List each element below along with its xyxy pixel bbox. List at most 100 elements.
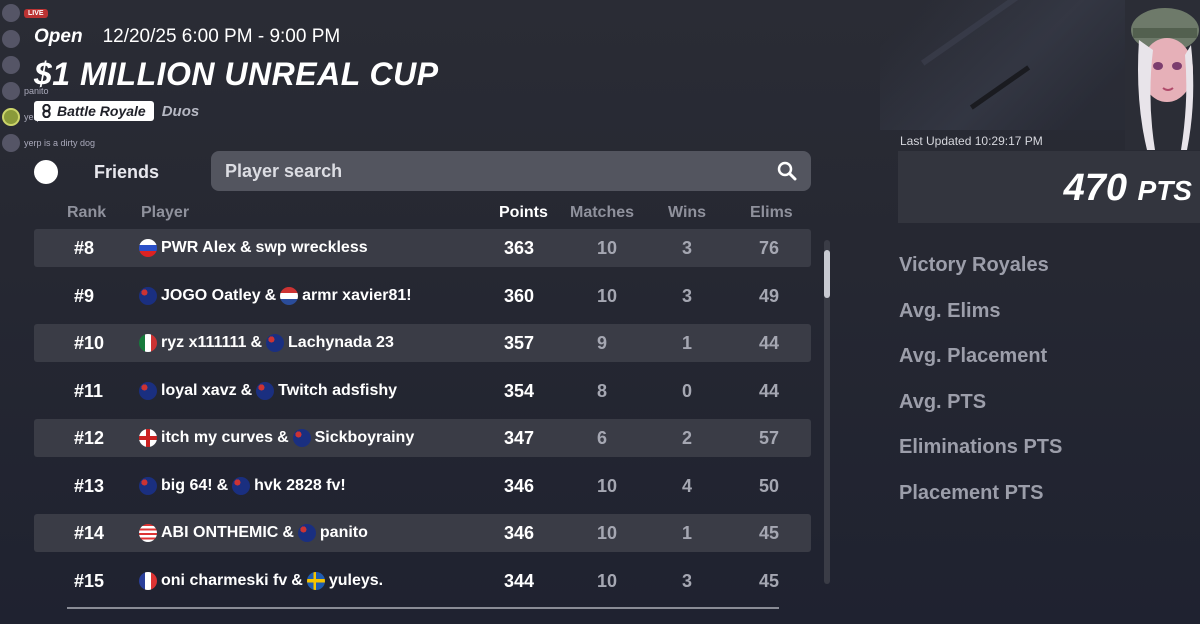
row-matches: 10 [597,285,618,306]
stats-list: Victory Royales Avg. Elims Avg. Placemen… [899,254,1062,527]
friends-toggle[interactable] [34,160,58,184]
row-wins: 0 [682,380,693,401]
row-matches: 10 [597,523,618,543]
team-size: Duos [161,102,200,120]
leaderboard-scrollbar[interactable] [824,240,830,584]
leaderboard-header: Rank Player Points Matches Wins Elims [34,201,811,225]
team-separator: & [216,476,229,494]
last-updated: Last Updated 10:29:17 PM [900,134,1043,148]
row-matches: 6 [597,428,608,448]
row-rank: #15 [74,570,105,591]
row-points: 354 [504,380,535,401]
score-panel: 470 PTS [898,151,1200,223]
table-row[interactable]: #8 PWR Alex & swp wreckless 363 10 3 76 [34,229,811,267]
flag-icon [139,381,157,400]
row-player: ABI ONTHEMIC & panito [139,524,368,542]
row-elims: 57 [759,428,780,448]
row-wins: 2 [682,428,693,448]
score-value: 470 [1063,167,1127,209]
player-two: panito [319,524,368,541]
player-search[interactable] [211,151,811,191]
search-icon[interactable] [777,161,797,181]
row-matches: 10 [597,238,618,258]
flag-icon [256,381,275,400]
chat-line: LIVE [0,0,110,26]
player-one: ryz x111111 [161,334,247,351]
player-two: Lachynada 23 [288,334,394,351]
header-matches: Matches [570,204,635,221]
divider [67,607,779,609]
flag-icon [139,524,157,542]
total-score: 470 PTS [1064,167,1192,210]
row-elims: 44 [759,380,780,401]
row-rank: #12 [74,428,105,448]
table-row[interactable]: #10 ryz x111111 & Lachynada 23 357 9 1 44 [34,324,811,362]
flag-icon [292,429,311,447]
flag-icon [297,524,316,542]
team-separator: & [239,239,252,256]
row-rank: #13 [74,475,105,496]
row-wins: 3 [682,238,693,258]
row-wins: 4 [682,475,693,496]
team-separator: & [291,571,303,589]
friends-filter[interactable]: Friends [34,160,159,184]
table-row[interactable]: #15 oni charmeski fv & yuleys. 344 10 3 45 [34,562,811,600]
row-player: JOGO Oatley & armr xavier81! [139,286,412,305]
flag-icon [266,334,285,352]
table-row[interactable]: #9 JOGO Oatley & armr xavier81! 360 10 3 4… [34,277,811,315]
flag-icon [139,476,157,495]
row-matches: 10 [597,570,618,591]
row-rank: #14 [74,523,105,543]
header-points: Points [499,204,548,221]
table-row[interactable]: #13 big 64! & hvk 2828 fv! 346 10 4 50 [34,467,811,505]
chat-message: yerp is a dirty dog [24,138,96,148]
score-unit: PTS [1137,175,1192,206]
stat-avg-pts: Avg. PTS [899,390,987,413]
row-points: 347 [504,428,535,448]
live-badge: LIVE [24,8,48,18]
table-row[interactable]: #12 itch my curves & Sickboyrainy 347 6 2 … [34,419,811,457]
row-matches: 10 [597,475,618,496]
header-elims: Elims [750,204,793,221]
row-elims: 76 [759,238,780,258]
mode-tag: Battle Royale [34,101,154,121]
row-rank: #10 [74,333,105,353]
row-player: PWR Alex & swp wreckless [139,239,368,257]
event-title: $1 MILLION UNREAL CUP [34,56,439,92]
row-wins: 1 [682,333,693,353]
player-one: ABI ONTHEMIC [161,524,279,541]
event-header: Open 12/20/25 6:00 PM - 9:00 PM $1 MILLI… [34,26,439,121]
row-points: 346 [504,523,535,543]
player-two: yuleys. [328,571,384,589]
flag-icon [139,286,157,305]
row-player: ryz x111111 & Lachynada 23 [139,334,394,352]
row-points: 344 [504,570,535,591]
header-wins: Wins [668,204,707,221]
stat-avg-elims: Avg. Elims [899,299,1001,322]
scrollbar-thumb[interactable] [824,250,830,298]
team-separator: & [250,334,263,351]
table-row[interactable]: #11 loyal xavz & Twitch adsfishy 354 8 0 4… [34,372,811,410]
player-avatar [1125,0,1200,150]
flag-icon [280,286,299,305]
player-one: itch my curves [161,429,274,446]
row-points: 357 [504,333,535,353]
table-row[interactable]: #14 ABI ONTHEMIC & panito 346 10 1 45 [34,514,811,552]
player-one: PWR Alex [161,239,236,256]
trophy-icon [42,104,51,118]
stat-placement-pts: Placement PTS [899,481,1044,504]
player-one: JOGO Oatley [161,286,261,304]
flag-icon [232,476,251,495]
row-matches: 8 [597,380,608,401]
flag-icon [306,571,325,590]
flag-icon [139,239,157,257]
row-elims: 45 [759,523,780,543]
row-player: oni charmeski fv & yuleys. [139,571,384,590]
stat-avg-placement: Avg. Placement [899,345,1048,367]
header-player: Player [141,204,190,221]
search-input[interactable] [225,160,777,182]
row-elims: 45 [759,570,780,591]
row-player: big 64! & hvk 2828 fv! [139,476,346,495]
flag-icon [139,334,157,352]
flag-icon [139,429,157,447]
